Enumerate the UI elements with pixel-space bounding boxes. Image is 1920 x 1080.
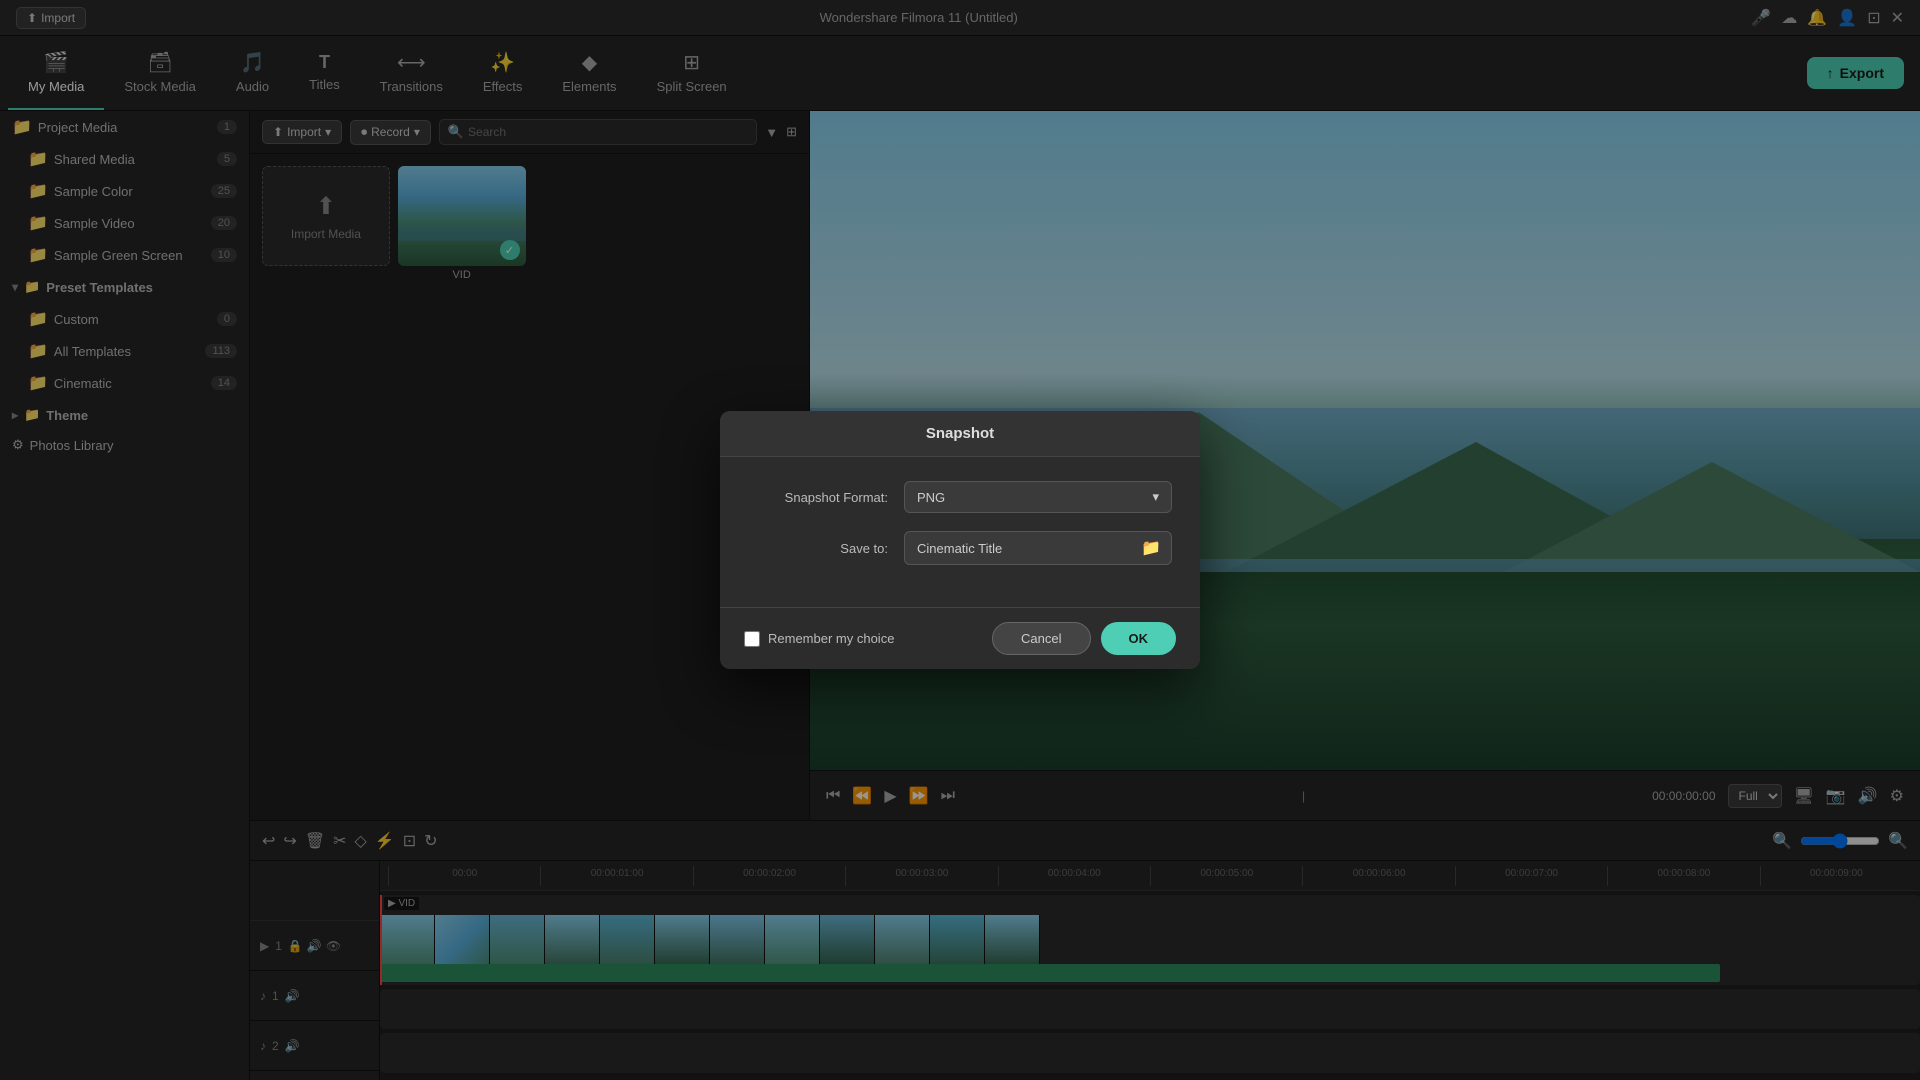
format-dropdown-icon: ▾ xyxy=(1152,489,1159,505)
remember-label: Remember my choice xyxy=(768,631,894,646)
dialog-footer: Remember my choice Cancel OK xyxy=(720,607,1200,669)
format-row: Snapshot Format: PNG ▾ xyxy=(748,481,1172,513)
dialog-actions: Cancel OK xyxy=(992,622,1176,655)
save-to-label: Save to: xyxy=(748,541,888,556)
format-label: Snapshot Format: xyxy=(748,490,888,505)
save-to-input[interactable] xyxy=(905,534,1131,563)
dialog-overlay: Snapshot Snapshot Format: PNG ▾ Save to:… xyxy=(0,0,1920,1080)
dialog-title: Snapshot xyxy=(720,411,1200,457)
remember-row: Remember my choice xyxy=(744,631,894,647)
format-select[interactable]: PNG ▾ xyxy=(904,481,1172,513)
cancel-button[interactable]: Cancel xyxy=(992,622,1090,655)
snapshot-dialog: Snapshot Snapshot Format: PNG ▾ Save to:… xyxy=(720,411,1200,669)
remember-checkbox[interactable] xyxy=(744,631,760,647)
save-to-input-container: 📁 xyxy=(904,531,1172,565)
folder-browse-icon: 📁 xyxy=(1141,540,1161,557)
browse-folder-button[interactable]: 📁 xyxy=(1131,532,1171,564)
dialog-body: Snapshot Format: PNG ▾ Save to: 📁 xyxy=(720,457,1200,607)
format-value: PNG xyxy=(917,490,945,505)
save-to-row: Save to: 📁 xyxy=(748,531,1172,565)
ok-button[interactable]: OK xyxy=(1101,622,1177,655)
